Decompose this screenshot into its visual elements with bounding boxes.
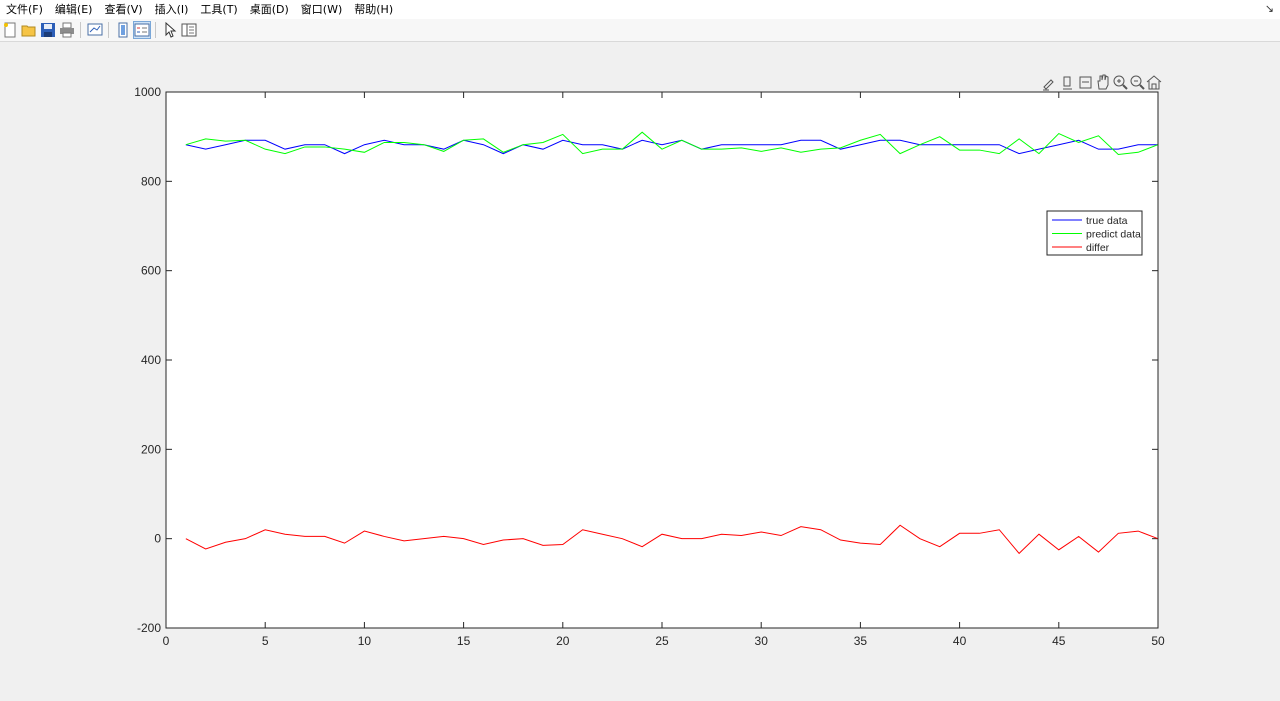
insert-colorbar-icon[interactable] <box>115 22 131 38</box>
y-tick-label: 400 <box>141 353 161 367</box>
x-tick-label: 45 <box>1052 634 1066 648</box>
y-tick-label: 0 <box>154 532 161 546</box>
save-icon[interactable] <box>40 22 56 38</box>
legend-entry: differ <box>1086 242 1110 254</box>
menu-insert[interactable]: 插入(I) <box>149 0 195 19</box>
menu-file[interactable]: 文件(F) <box>0 0 49 19</box>
legend[interactable]: true data predict datadiffer <box>1046 210 1143 256</box>
y-tick-label: 600 <box>141 264 161 278</box>
menu-tools[interactable]: 工具(T) <box>194 0 243 19</box>
x-tick-label: 30 <box>755 634 769 648</box>
toolbar-separator <box>108 22 109 38</box>
x-tick-label: 15 <box>457 634 471 648</box>
toolbar-separator <box>155 22 156 38</box>
print-icon[interactable] <box>59 22 75 38</box>
menu-edit[interactable]: 编辑(E) <box>49 0 99 19</box>
new-figure-icon[interactable] <box>2 22 18 38</box>
menu-view[interactable]: 查看(V) <box>98 0 148 19</box>
menu-desktop[interactable]: 桌面(D) <box>244 0 295 19</box>
line-chart: 0 5 10 15 20 25 30 35 40 45 50-2000200400600800100… <box>134 85 1165 648</box>
x-tick-label: 35 <box>854 634 868 648</box>
x-tick-label: 20 <box>556 634 570 648</box>
select-arrow-icon[interactable] <box>162 22 178 38</box>
y-tick-label: 1000 <box>134 85 161 99</box>
x-tick-label: 0 <box>163 634 170 648</box>
plot-area <box>166 92 1158 628</box>
x-tick-label: 10 <box>358 634 372 648</box>
figure-canvas: 0 5 10 15 20 25 30 35 40 45 50 -200 0 200 400 600 800 100… <box>0 42 1280 701</box>
link-plot-icon[interactable] <box>87 22 103 38</box>
toolbar-separator <box>80 22 81 38</box>
x-tick-label: 50 <box>1151 634 1165 648</box>
y-tick-label: 800 <box>141 174 161 188</box>
legend-entry: true data <box>1086 215 1128 227</box>
x-tick-label: 5 <box>262 634 269 648</box>
menu-window[interactable]: 窗口(W) <box>295 0 348 19</box>
menu-help[interactable]: 帮助(H) <box>348 0 399 19</box>
x-tick-label: 40 <box>953 634 967 648</box>
pin-arrow-icon[interactable]: ↘ <box>1265 2 1274 15</box>
menu-bar: 文件(F) 编辑(E) 查看(V) 插入(I) 工具(T) 桌面(D) 窗口(W… <box>0 0 1280 19</box>
legend-entry: predict data <box>1086 229 1141 241</box>
plot-tools-icon[interactable] <box>181 22 197 38</box>
insert-legend-icon[interactable] <box>133 21 151 39</box>
open-file-icon[interactable] <box>21 22 37 38</box>
figure-toolbar <box>0 19 1280 42</box>
x-tick-label: 25 <box>655 634 669 648</box>
y-tick-label: 200 <box>141 442 161 456</box>
y-tick-label: -200 <box>137 621 161 635</box>
